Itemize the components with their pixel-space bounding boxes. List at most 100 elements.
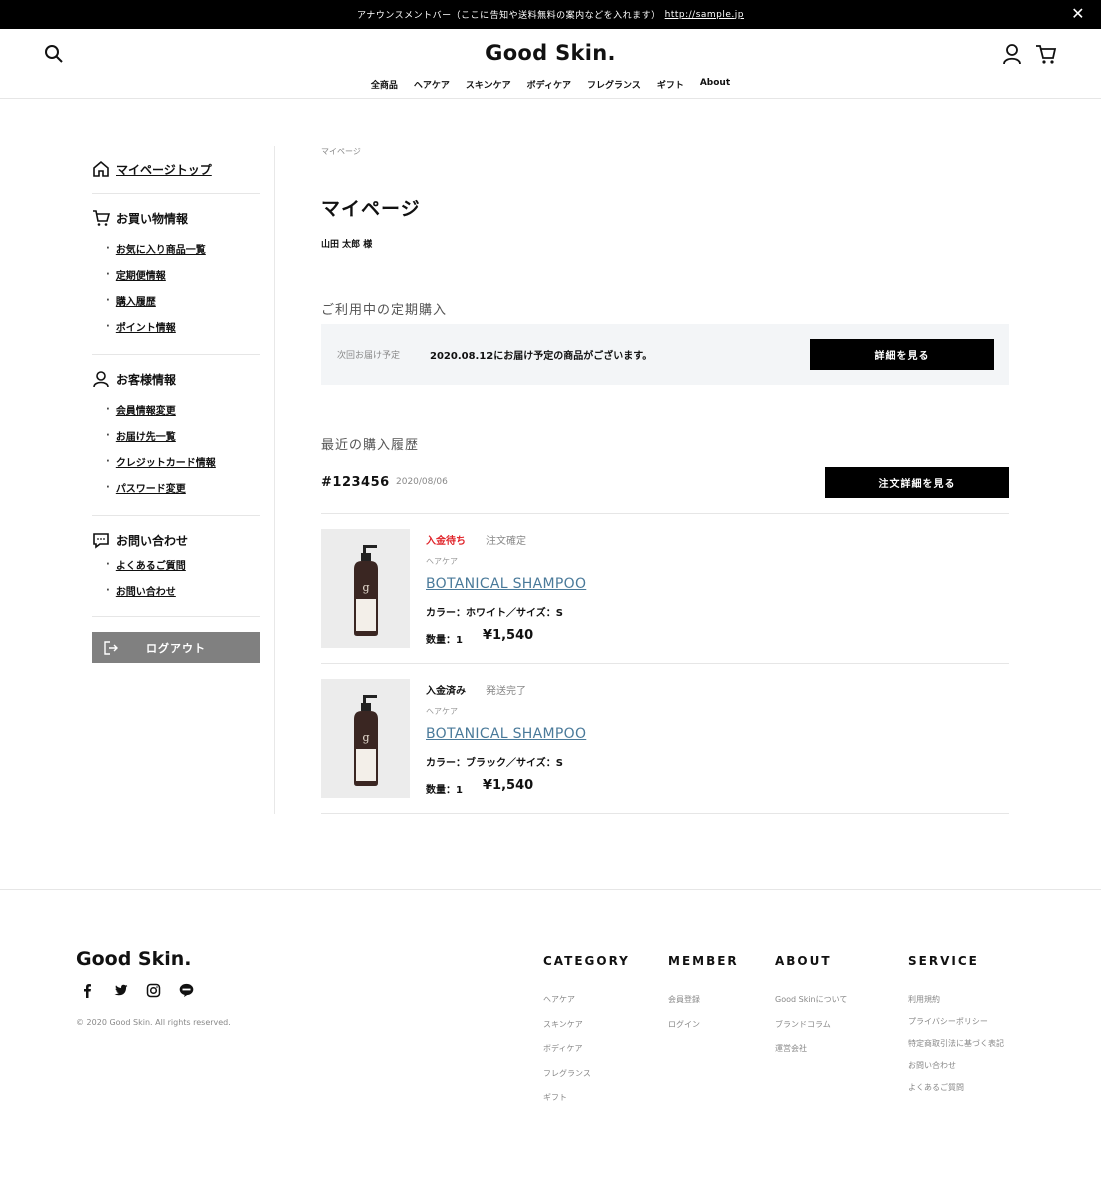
sidebar-item-label: お問い合わせ: [115, 586, 176, 598]
announcement-text: アナウンスメントバー（ここに告知や送料無料の案内などを入れます）: [356, 11, 661, 21]
product-image[interactable]: g: [321, 679, 410, 798]
divider: [321, 813, 1009, 814]
footer-link[interactable]: Good Skinについて: [775, 994, 847, 1019]
sidebar-customer-title-label: お客様情報: [116, 372, 177, 387]
shampoo-bottle-icon: g: [354, 695, 378, 786]
facebook-icon[interactable]: [80, 983, 95, 998]
nav-item-skincare[interactable]: スキンケア: [466, 78, 511, 91]
shipping-status: 注文確定: [486, 536, 526, 547]
footer-column-title: SERVICE: [908, 954, 979, 968]
order-detail-button[interactable]: 注文詳細を見る: [825, 467, 1009, 498]
site-logo[interactable]: Good Skin.: [0, 41, 1101, 65]
nav-item-fragrance[interactable]: フレグランス: [587, 78, 641, 91]
svg-text:g: g: [362, 581, 369, 594]
footer-link[interactable]: 特定商取引法に基づく表記: [908, 1038, 1004, 1060]
footer-link[interactable]: よくあるご質問: [908, 1082, 1004, 1104]
footer-logo[interactable]: Good Skin.: [76, 948, 192, 970]
sidebar-contact-title: お問い合わせ: [92, 531, 260, 549]
sidebar-divider: [274, 146, 275, 814]
user-name: 山田 太郎 様: [321, 240, 373, 250]
sidebar-item-favorites[interactable]: お気に入り商品一覧: [106, 235, 260, 261]
page-title: マイページ: [321, 198, 421, 220]
product-name-link[interactable]: BOTANICAL SHAMPOO: [426, 726, 586, 742]
product-category: ヘアケア: [426, 557, 458, 566]
footer-link[interactable]: ログイン: [668, 1019, 739, 1044]
sidebar-shopping-title: お買い物情報: [92, 209, 260, 227]
history-section-title: 最近の購入履歴: [321, 438, 420, 453]
chat-icon: [93, 533, 109, 549]
sidebar-item-contact[interactable]: お問い合わせ: [106, 577, 260, 603]
footer-link[interactable]: プライバシーポリシー: [908, 1016, 1004, 1038]
sidebar-item-label: 会員情報変更: [115, 405, 176, 417]
instagram-icon[interactable]: [146, 983, 161, 998]
sidebar-item-credit-card[interactable]: クレジットカード情報: [106, 448, 260, 474]
twitter-icon[interactable]: [113, 983, 128, 998]
logout-icon: [104, 641, 118, 655]
close-icon[interactable]: ✕: [1071, 6, 1085, 22]
sidebar-contact-title-label: お問い合わせ: [116, 533, 189, 548]
product-image[interactable]: g: [321, 529, 410, 648]
shampoo-bottle-icon: g: [354, 545, 378, 636]
footer-link[interactable]: ブランドコラム: [775, 1019, 847, 1044]
nav-item-about[interactable]: About: [700, 78, 730, 91]
sidebar-customer-title: お客様情報: [92, 370, 260, 388]
footer-link[interactable]: 運営会社: [775, 1043, 847, 1068]
footer-column-member: MEMBER 会員登録 ログイン: [668, 954, 739, 1043]
sidebar-item-points[interactable]: ポイント情報: [106, 313, 260, 339]
home-icon: [93, 160, 109, 177]
product-name-link[interactable]: BOTANICAL SHAMPOO: [426, 576, 586, 592]
social-links: [80, 983, 194, 998]
footer-column-service: SERVICE 利用規約 プライバシーポリシー 特定商取引法に基づく表記 お問い…: [908, 954, 1004, 1104]
copyright: © 2020 Good Skin. All rights reserved.: [76, 1018, 231, 1027]
next-delivery-label: 次回お届け予定: [337, 351, 401, 361]
footer-link[interactable]: フレグランス: [543, 1068, 630, 1093]
footer-link[interactable]: ボディケア: [543, 1043, 630, 1068]
footer-link[interactable]: スキンケア: [543, 1019, 630, 1044]
sidebar-item-label: 購入履歴: [115, 296, 156, 308]
user-icon[interactable]: [1002, 43, 1022, 65]
nav-item-all[interactable]: 全商品: [371, 78, 398, 91]
announcement-link[interactable]: http://sample.jp: [665, 10, 744, 20]
mypage-sidebar: マイページトップ お買い物情報 お気に入り商品一覧 定期便情報 購入履歴 ポイン…: [92, 148, 260, 617]
payment-status: 入金待ち: [426, 536, 466, 547]
sidebar-item-subscription[interactable]: 定期便情報: [106, 261, 260, 287]
sidebar-item-faq[interactable]: よくあるご質問: [106, 551, 260, 577]
nav-item-bodycare[interactable]: ボディケア: [527, 78, 571, 91]
sidebar-item-purchase-history[interactable]: 購入履歴: [106, 287, 260, 313]
subscription-detail-button[interactable]: 詳細を見る: [810, 339, 994, 370]
product-price: ¥1,540: [483, 628, 534, 643]
sidebar-item-member-info[interactable]: 会員情報変更: [106, 396, 260, 422]
product-category: ヘアケア: [426, 707, 458, 716]
sidebar-item-label: クレジットカード情報: [115, 457, 216, 469]
subscription-box: 次回お届け予定 2020.08.12にお届け予定の商品がございます。 詳細を見る: [321, 324, 1009, 385]
breadcrumb[interactable]: マイページ: [321, 146, 361, 157]
footer-link[interactable]: ヘアケア: [543, 994, 630, 1019]
nav-item-gift[interactable]: ギフト: [657, 78, 684, 91]
logout-button[interactable]: ログアウト: [92, 632, 260, 663]
footer-column-title: CATEGORY: [543, 954, 630, 968]
sidebar-mypage-top[interactable]: マイページトップ: [92, 160, 260, 178]
footer-column-title: ABOUT: [775, 954, 832, 968]
sidebar-item-label: お気に入り商品一覧: [115, 244, 206, 256]
footer-link[interactable]: 会員登録: [668, 994, 739, 1019]
sidebar-shopping-title-label: お買い物情報: [116, 211, 189, 226]
line-icon[interactable]: [179, 983, 194, 998]
footer-column-category: CATEGORY ヘアケア スキンケア ボディケア フレグランス ギフト: [543, 954, 630, 1117]
footer-link[interactable]: ギフト: [543, 1092, 630, 1117]
footer-link[interactable]: 利用規約: [908, 994, 1004, 1016]
nav-item-haircare[interactable]: ヘアケア: [414, 78, 450, 91]
product-price: ¥1,540: [483, 778, 534, 793]
footer-link[interactable]: お問い合わせ: [908, 1060, 1004, 1082]
product-quantity: 数量：1: [426, 785, 463, 796]
order-item: g 入金待ち 注文確定 ヘアケア BOTANICAL SHAMPOO カラー：ホ…: [321, 529, 1009, 649]
sidebar-item-addresses[interactable]: お届け先一覧: [106, 422, 260, 448]
product-variant: カラー：ブラック／サイズ：S: [426, 758, 563, 769]
user-icon: [93, 371, 109, 388]
shipping-status: 発送完了: [486, 686, 526, 697]
divider: [321, 663, 1009, 664]
sidebar-mypage-top-label: マイページトップ: [116, 162, 212, 177]
cart-icon[interactable]: [1035, 43, 1057, 65]
global-nav: 全商品 ヘアケア スキンケア ボディケア フレグランス ギフト About: [0, 78, 1101, 91]
subscription-section-title: ご利用中の定期購入: [321, 303, 448, 318]
sidebar-item-password[interactable]: パスワード変更: [106, 474, 260, 500]
